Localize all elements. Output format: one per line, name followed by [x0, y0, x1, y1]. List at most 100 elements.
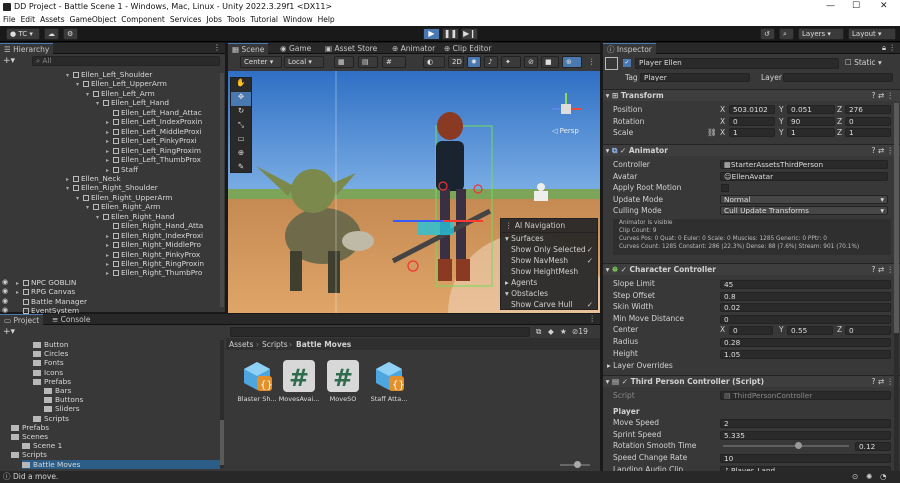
- icon-size-slider[interactable]: [560, 461, 590, 468]
- overlay-option[interactable]: Show HeightMesh: [501, 266, 597, 277]
- effects-icon[interactable]: ✦: [501, 56, 521, 68]
- project-search-input[interactable]: [230, 327, 530, 337]
- hierarchy-item[interactable]: ▸ Ellen_Right_PinkyProx: [106, 250, 200, 259]
- tab-clip-editor[interactable]: ⊕ Clip Editor: [440, 43, 495, 54]
- update-mode-dropdown[interactable]: Normal ▾: [720, 195, 888, 204]
- layout-dropdown[interactable]: Layout ▾: [848, 28, 896, 40]
- star-icon[interactable]: ★: [560, 327, 567, 336]
- project-folder[interactable]: Fonts: [33, 358, 64, 367]
- center-z-field[interactable]: 0: [845, 326, 891, 335]
- scene-menu-icon[interactable]: ⋮: [588, 57, 596, 66]
- expand-arrow-icon[interactable]: ▾: [66, 71, 73, 80]
- scene-visibility-icon[interactable]: ◉: [2, 278, 8, 286]
- filter-icon[interactable]: ⧉: [536, 327, 541, 337]
- asset-moveso[interactable]: # MoveSO: [320, 360, 366, 403]
- project-folder[interactable]: Buttons: [44, 395, 83, 404]
- radius-field[interactable]: 0.28: [720, 338, 891, 347]
- create-asset-button[interactable]: +▾: [3, 327, 15, 337]
- expand-arrow-icon[interactable]: ▾: [86, 90, 93, 99]
- controller-field[interactable]: ▦StarterAssetsThirdPerson: [720, 160, 888, 169]
- breadcrumb-battle-moves[interactable]: Battle Moves: [296, 340, 351, 349]
- hierarchy-item[interactable]: ▸ Ellen_Neck: [66, 174, 121, 183]
- project-folder[interactable]: Scripts: [33, 414, 69, 423]
- scene-visibility-icon[interactable]: ◉: [2, 297, 8, 305]
- project-folder[interactable]: Sliders: [44, 404, 80, 413]
- scene-viewport[interactable]: ✋ ✥ ↻ ⤡ ▭ ⊕ ✎ ◁ Persp ⋮ AI Navigation ▾ …: [228, 71, 600, 313]
- expand-arrow-icon[interactable]: ▾: [96, 213, 103, 222]
- grid-toggle-icon[interactable]: #: [382, 56, 406, 68]
- expand-arrow-icon[interactable]: ▾: [66, 184, 73, 193]
- hierarchy-item[interactable]: ▸ Staff: [106, 165, 138, 174]
- layer-overrides-foldout[interactable]: ▸ Layer Overrides: [607, 361, 673, 371]
- perspective-label[interactable]: ◁ Persp: [552, 127, 579, 135]
- lighting-icon[interactable]: ✹: [467, 56, 481, 68]
- speed-change-field[interactable]: 10: [720, 454, 891, 463]
- minimize-icon[interactable]: —: [826, 1, 835, 11]
- hierarchy-item[interactable]: ▸ RPG Canvas: [16, 287, 75, 296]
- transform-x-field[interactable]: 503.0102: [729, 105, 775, 114]
- move-speed-field[interactable]: 2: [720, 419, 891, 428]
- expand-arrow-icon[interactable]: ▾: [86, 203, 93, 212]
- hierarchy-item[interactable]: Battle Manager: [16, 297, 87, 306]
- inspector-scrollbar-thumb[interactable]: [894, 103, 899, 333]
- menu-tools[interactable]: Tools: [227, 14, 245, 26]
- project-folder[interactable]: Icons: [33, 368, 63, 377]
- icon-size-slider-thumb[interactable]: [574, 461, 581, 468]
- transform-z-field[interactable]: 1: [845, 128, 891, 137]
- hierarchy-search-input[interactable]: ⌕ All: [32, 56, 220, 66]
- third-person-controller-header[interactable]: ▾ ▤ ✓ Third Person Controller (Script)? …: [603, 375, 900, 387]
- hand-tool-icon[interactable]: ✋: [231, 78, 251, 92]
- inspector-scrollbar[interactable]: [894, 103, 899, 479]
- tag-dropdown[interactable]: Player: [640, 73, 750, 82]
- breadcrumb-assets[interactable]: Assets: [229, 340, 253, 349]
- transform-y-field[interactable]: 1: [787, 128, 835, 137]
- overlay-section[interactable]: ▾ Obstacles: [501, 288, 597, 299]
- transform-y-field[interactable]: 90: [787, 116, 835, 126]
- cache-server-icon[interactable]: ⊙: [852, 471, 858, 483]
- hierarchy-item[interactable]: ▸ Ellen_Left_IndexProxin: [106, 117, 202, 126]
- history-icon[interactable]: ↺: [760, 28, 775, 40]
- hierarchy-item[interactable]: ▸ Ellen_Right_IndexProxi: [106, 231, 203, 240]
- search-icon[interactable]: ⌕: [779, 28, 794, 40]
- hierarchy-item[interactable]: Ellen_Left_Hand_Attac: [106, 108, 202, 117]
- cc-row-field[interactable]: 0.8: [720, 291, 891, 301]
- checkmark-icon[interactable]: ✓: [587, 256, 593, 265]
- hierarchy-item[interactable]: ▸ Ellen_Left_MiddleProxi: [106, 127, 202, 136]
- mode-2d-toggle[interactable]: 2D: [448, 56, 464, 68]
- asset-staff-attack[interactable]: {} Staff Atta...: [366, 360, 412, 403]
- checkmark-icon[interactable]: ✓: [587, 245, 593, 254]
- hierarchy-item[interactable]: ▸ Ellen_Right_ThumbPro: [106, 268, 202, 277]
- transform-x-field[interactable]: 0: [729, 116, 775, 126]
- constrain-proportions-icon[interactable]: ⛓: [707, 128, 717, 138]
- component-menu-icon[interactable]: ? ⇄ ⋮: [871, 376, 894, 388]
- rect-tool-icon[interactable]: ▭: [231, 134, 251, 148]
- menu-edit[interactable]: Edit: [21, 14, 36, 26]
- hierarchy-item[interactable]: ▾ Ellen_Left_UpperArm: [76, 79, 167, 88]
- hidden-objects-icon[interactable]: ⊘: [524, 56, 538, 68]
- rotate-tool-icon[interactable]: ↻: [231, 106, 251, 120]
- label-icon[interactable]: ◆: [548, 327, 554, 336]
- pause-button[interactable]: ❚❚: [442, 28, 459, 40]
- hierarchy-item[interactable]: ▸ Ellen_Right_RingProxin: [106, 259, 204, 268]
- progress-icon[interactable]: ◔: [880, 471, 887, 483]
- expand-arrow-icon[interactable]: ▾: [96, 99, 103, 108]
- overlay-section[interactable]: ▾ Surfaces: [501, 233, 597, 244]
- inspector-menu-icon[interactable]: ⋮: [889, 43, 897, 52]
- account-dropdown[interactable]: ● TC ▾: [6, 28, 40, 40]
- active-checkbox[interactable]: ✓: [623, 59, 631, 67]
- transform-tool-icon[interactable]: ⊕: [231, 148, 251, 162]
- panel-menu-icon[interactable]: ⋮: [213, 43, 221, 52]
- camera-settings-icon[interactable]: ■: [541, 56, 559, 68]
- gizmos-icon[interactable]: ⊕: [562, 56, 582, 68]
- menu-tutorial[interactable]: Tutorial: [250, 14, 278, 26]
- hierarchy-item[interactable]: ▾ Ellen_Left_Arm: [86, 89, 155, 98]
- transform-z-field[interactable]: 276: [845, 105, 891, 114]
- project-folder[interactable]: Battle Moves: [22, 459, 220, 469]
- asset-moves-available[interactable]: # MovesAvai...: [276, 360, 322, 403]
- project-folder[interactable]: Prefabs: [11, 423, 49, 432]
- audio-icon[interactable]: ♪: [484, 56, 498, 68]
- project-tree-scrollbar[interactable]: [220, 340, 224, 468]
- project-folder[interactable]: Scripts: [11, 450, 47, 459]
- custom-tool-icon[interactable]: ✎: [231, 162, 251, 174]
- hidden-packages-icon[interactable]: ⊘19: [572, 327, 588, 336]
